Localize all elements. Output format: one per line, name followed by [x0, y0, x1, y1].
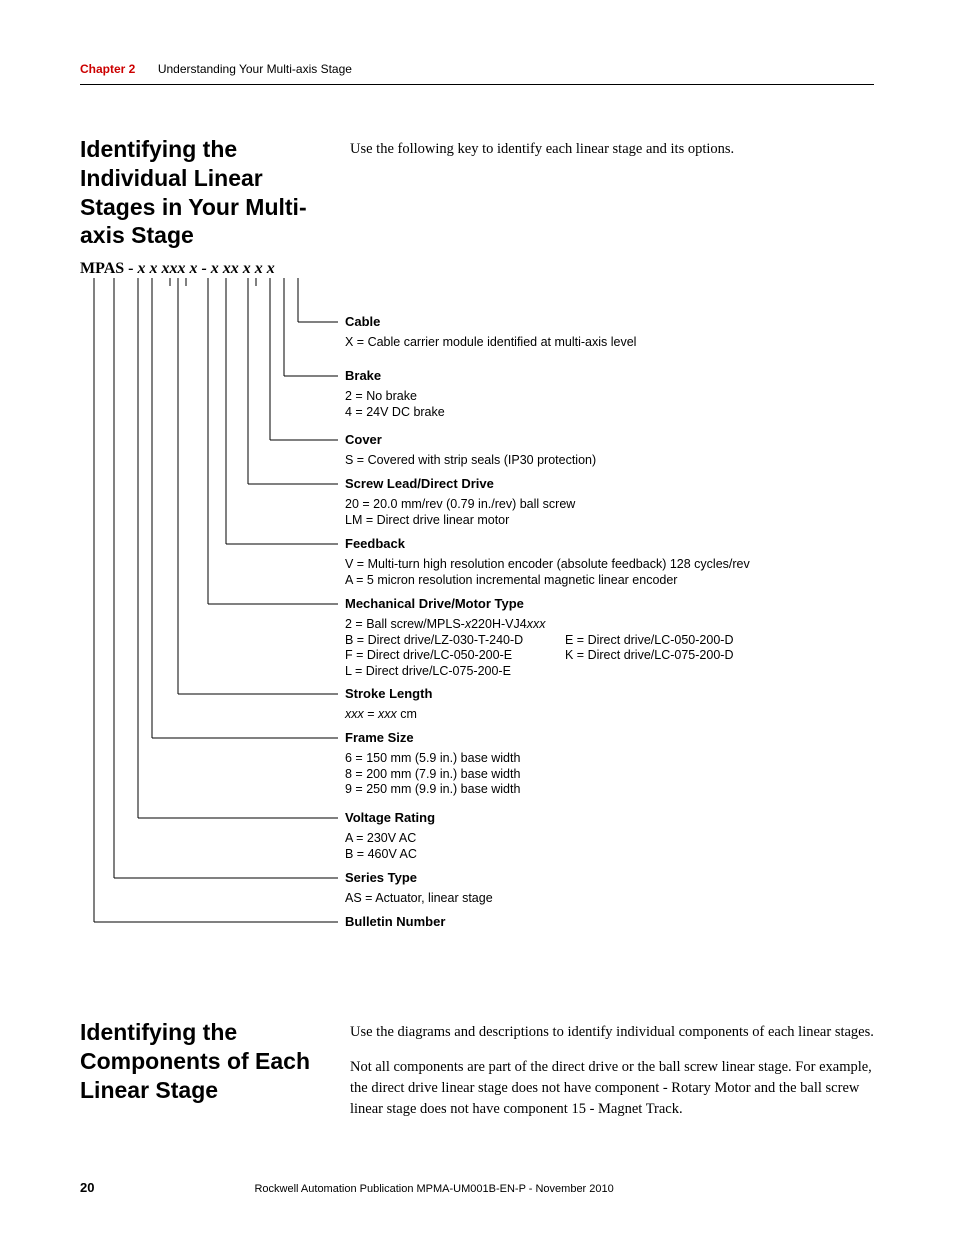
page-header: Chapter 2 Understanding Your Multi-axis … — [80, 60, 874, 85]
key-title: Frame Size — [345, 730, 865, 745]
section-intro: Use the following key to identify each l… — [350, 135, 734, 160]
key-bulletin-number: Bulletin Number — [345, 914, 865, 935]
paragraph: Use the diagrams and descriptions to ide… — [350, 1022, 874, 1043]
key-voltage-rating: Voltage Rating A = 230V AC B = 460V AC — [345, 810, 865, 862]
key-line: B = 460V AC — [345, 847, 865, 863]
key-desc: X = Cable carrier module identified at m… — [345, 335, 865, 351]
key-cover: Cover S = Covered with strip seals (IP30… — [345, 432, 865, 469]
key-line: L = Direct drive/LC-075-200-E — [345, 664, 865, 680]
key-line: LM = Direct drive linear motor — [345, 513, 865, 529]
key-title: Voltage Rating — [345, 810, 865, 825]
key-desc: 2 = No brake 4 = 24V DC brake — [345, 389, 865, 420]
key-series-type: Series Type AS = Actuator, linear stage — [345, 870, 865, 907]
key-line: 6 = 150 mm (5.9 in.) base width — [345, 751, 865, 767]
key-title: Cable — [345, 314, 865, 329]
page-footer: 20 Rockwell Automation Publication MPMA-… — [80, 1180, 874, 1195]
key-screw-lead: Screw Lead/Direct Drive 20 = 20.0 mm/rev… — [345, 476, 865, 528]
key-line: 8 = 200 mm (7.9 in.) base width — [345, 767, 865, 783]
chapter-title: Understanding Your Multi-axis Stage — [158, 62, 352, 76]
key-line: F = Direct drive/LC-050-200-EK = Direct … — [345, 648, 865, 664]
section-identifying-components: Identifying the Components of Each Linea… — [80, 1018, 874, 1134]
key-frame-size: Frame Size 6 = 150 mm (5.9 in.) base wid… — [345, 730, 865, 798]
key-title: Bulletin Number — [345, 914, 865, 929]
publication-info: Rockwell Automation Publication MPMA-UM0… — [254, 1183, 613, 1195]
key-stroke-length: Stroke Length xxx = xxx cm — [345, 686, 865, 723]
key-brake: Brake 2 = No brake 4 = 24V DC brake — [345, 368, 865, 420]
section-heading: Identifying the Components of Each Linea… — [80, 1018, 330, 1104]
key-desc: 20 = 20.0 mm/rev (0.79 in./rev) ball scr… — [345, 497, 865, 528]
section-body: Use the diagrams and descriptions to ide… — [350, 1018, 874, 1134]
catalog-string: MPAS - x x xxx x - x xx x x x — [80, 260, 874, 278]
key-line: A = 230V AC — [345, 831, 865, 847]
key-cable: Cable X = Cable carrier module identifie… — [345, 314, 865, 351]
key-line: 4 = 24V DC brake — [345, 405, 865, 421]
key-desc: xxx = xxx cm — [345, 707, 865, 723]
key-line: V = Multi-turn high resolution encoder (… — [345, 557, 865, 573]
key-line: B = Direct drive/LZ-030-T-240-DE = Direc… — [345, 633, 865, 649]
section-identifying-stages: Identifying the Individual Linear Stages… — [80, 135, 874, 250]
key-line: 2 = Ball screw/MPLS-x220H-VJ4xxx — [345, 617, 865, 633]
key-line: 2 = No brake — [345, 389, 865, 405]
catalog-key-diagram: Cable X = Cable carrier module identifie… — [80, 278, 874, 958]
catalog-pattern: x x xxx x - x xx x x x — [133, 260, 274, 277]
catalog-prefix: MPAS - — [80, 260, 133, 277]
page-number: 20 — [80, 1180, 94, 1195]
key-desc: V = Multi-turn high resolution encoder (… — [345, 557, 865, 588]
paragraph: Not all components are part of the direc… — [350, 1057, 874, 1120]
key-line: 20 = 20.0 mm/rev (0.79 in./rev) ball scr… — [345, 497, 865, 513]
key-desc: AS = Actuator, linear stage — [345, 891, 865, 907]
key-feedback: Feedback V = Multi-turn high resolution … — [345, 536, 865, 588]
key-title: Stroke Length — [345, 686, 865, 701]
key-desc: 6 = 150 mm (5.9 in.) base width 8 = 200 … — [345, 751, 865, 798]
section-heading: Identifying the Individual Linear Stages… — [80, 135, 330, 250]
key-desc: S = Covered with strip seals (IP30 prote… — [345, 453, 865, 469]
key-desc: A = 230V AC B = 460V AC — [345, 831, 865, 862]
key-title: Mechanical Drive/Motor Type — [345, 596, 865, 611]
chapter-label: Chapter 2 — [80, 62, 135, 76]
key-line: A = 5 micron resolution incremental magn… — [345, 573, 865, 589]
key-mechanical-drive: Mechanical Drive/Motor Type 2 = Ball scr… — [345, 596, 865, 680]
key-line: 9 = 250 mm (9.9 in.) base width — [345, 782, 865, 798]
key-desc: 2 = Ball screw/MPLS-x220H-VJ4xxx B = Dir… — [345, 617, 865, 680]
key-title: Cover — [345, 432, 865, 447]
key-title: Series Type — [345, 870, 865, 885]
key-title: Screw Lead/Direct Drive — [345, 476, 865, 491]
key-title: Feedback — [345, 536, 865, 551]
key-title: Brake — [345, 368, 865, 383]
